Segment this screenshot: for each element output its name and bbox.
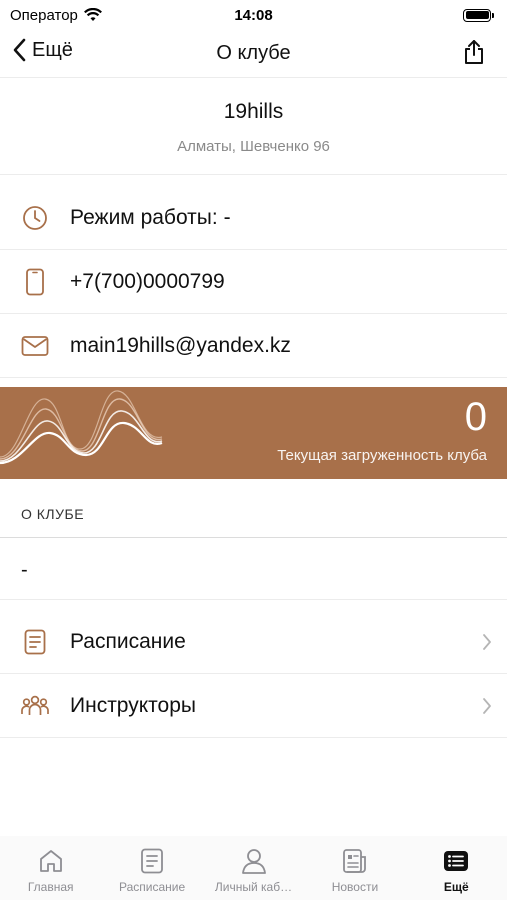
tab-bar: Главная Расписание Личный каб… Новости Е… [0, 836, 507, 900]
schedule-icon [141, 848, 164, 874]
chevron-right-icon [467, 633, 507, 651]
tab-schedule-label: Расписание [119, 880, 186, 894]
home-icon [39, 850, 62, 872]
tab-account[interactable]: Личный каб… [203, 836, 304, 900]
more-list-icon [444, 851, 469, 871]
schedule-link-row[interactable]: Расписание [0, 610, 507, 674]
tab-more-label: Ещё [443, 880, 469, 894]
wave-graphic-icon [0, 390, 163, 465]
schedule-link-label: Расписание [70, 629, 186, 653]
club-name: 19hills [223, 100, 284, 123]
nav-bar: Ещё О клубе [0, 30, 507, 78]
back-button[interactable]: Ещё [12, 38, 73, 62]
instructors-icon [0, 694, 70, 718]
tab-news[interactable]: Новости [304, 836, 405, 900]
club-load-banner: 0 Текущая загруженность клуба [0, 387, 507, 479]
schedule-icon [0, 629, 70, 655]
tab-news-label: Новости [331, 880, 379, 894]
phone-icon [0, 268, 70, 296]
about-section-title: О КЛУБЕ [0, 480, 507, 538]
tab-home[interactable]: Главная [0, 836, 101, 900]
news-icon [343, 849, 366, 873]
about-text: - [0, 539, 507, 600]
tab-home-label: Главная [27, 880, 74, 894]
email-row[interactable]: main19hills@yandex.kz [0, 314, 507, 378]
phone-number[interactable]: +7(700)0000799 [70, 270, 225, 294]
chevron-right-icon [467, 697, 507, 715]
email-address[interactable]: main19hills@yandex.kz [70, 334, 291, 358]
back-label: Ещё [32, 38, 73, 61]
club-header: 19hills Алматы, Шевченко 96 [0, 79, 507, 175]
status-left: Оператор [10, 7, 102, 24]
instructors-link-row[interactable]: Инструкторы [0, 674, 507, 738]
share-icon [465, 40, 483, 64]
chevron-left-icon [13, 38, 26, 62]
working-hours-row: Режим работы: - [0, 186, 507, 250]
share-button[interactable] [463, 39, 485, 70]
club-load-value: 0 [464, 395, 487, 439]
battery-icon [463, 8, 494, 22]
club-load-label: Текущая загруженность клуба [277, 447, 487, 464]
instructors-link-label: Инструкторы [70, 693, 197, 717]
tab-account-label: Личный каб… [214, 880, 293, 894]
club-address: Алматы, Шевченко 96 [177, 138, 330, 155]
clock-icon [0, 205, 70, 231]
phone-row[interactable]: +7(700)0000799 [0, 250, 507, 314]
person-icon [241, 849, 266, 874]
envelope-icon [0, 335, 70, 357]
tab-more[interactable]: Ещё [406, 836, 507, 900]
tab-schedule[interactable]: Расписание [101, 836, 202, 900]
wifi-icon [83, 8, 102, 21]
status-bar: Оператор 14:08 [0, 0, 507, 30]
carrier-label: Оператор [10, 6, 78, 24]
page-title: О клубе [216, 42, 291, 64]
working-hours-text: Режим работы: - [70, 205, 231, 229]
